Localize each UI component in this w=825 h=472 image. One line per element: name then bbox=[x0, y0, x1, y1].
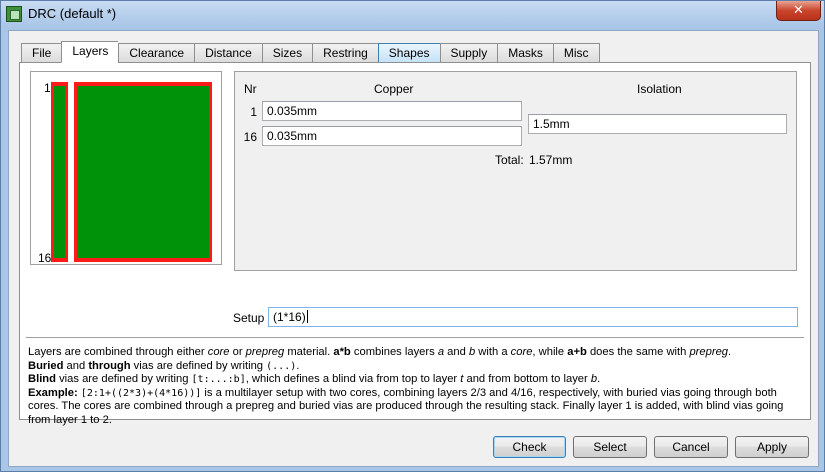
dialog-client-area: File Layers Clearance Distance Sizes Res… bbox=[8, 30, 819, 467]
drc-dialog: DRC (default *) ✕ File Layers Clearance … bbox=[0, 0, 825, 472]
stack-bottom-layer-number: 16 bbox=[38, 251, 52, 265]
layer-number-1: 1 bbox=[250, 105, 257, 119]
column-header-copper: Copper bbox=[374, 82, 414, 96]
app-icon bbox=[6, 6, 22, 22]
tab-masks[interactable]: Masks bbox=[497, 43, 553, 63]
tab-bar: File Layers Clearance Distance Sizes Res… bbox=[21, 41, 600, 63]
tab-distance[interactable]: Distance bbox=[194, 43, 262, 63]
tab-misc[interactable]: Misc bbox=[552, 43, 600, 63]
window-title: DRC (default *) bbox=[28, 6, 117, 21]
check-button[interactable]: Check bbox=[493, 436, 566, 458]
cancel-button[interactable]: Cancel bbox=[654, 436, 728, 458]
column-header-isolation: Isolation bbox=[637, 82, 682, 96]
select-button[interactable]: Select bbox=[573, 436, 647, 458]
tab-file[interactable]: File bbox=[21, 43, 62, 63]
close-button[interactable]: ✕ bbox=[776, 1, 821, 21]
apply-button[interactable]: Apply bbox=[735, 436, 809, 458]
stack-core-wide[interactable] bbox=[74, 82, 212, 262]
setup-input[interactable]: (1*16) bbox=[268, 307, 798, 327]
setup-label: Setup bbox=[233, 311, 265, 325]
tab-layers[interactable]: Layers bbox=[61, 41, 119, 63]
isolation-thickness-field[interactable]: 1.5mm bbox=[528, 114, 787, 134]
stack-top-layer-number: 1 bbox=[44, 81, 51, 95]
tab-shapes[interactable]: Shapes bbox=[377, 43, 440, 63]
help-line-core-prepreg: Layers are combined through either core … bbox=[28, 346, 732, 358]
help-line-example: Example: [2:1+((2*3)+(4*16))] is a multi… bbox=[28, 386, 784, 426]
tab-sizes[interactable]: Sizes bbox=[261, 43, 313, 63]
layers-help-text: Layers are combined through either core … bbox=[28, 346, 803, 428]
title-bar[interactable]: DRC (default *) ✕ bbox=[1, 1, 824, 27]
help-line-blind: Blind vias are defined by writing [t:...… bbox=[28, 373, 601, 386]
total-thickness-label: Total: bbox=[495, 153, 524, 167]
total-thickness-value: 1.57mm bbox=[529, 153, 573, 167]
close-icon: ✕ bbox=[793, 2, 804, 17]
help-line-buried-through: Buried and through vias are defined by w… bbox=[28, 359, 300, 372]
setup-input-value: (1*16) bbox=[273, 310, 306, 324]
tab-supply[interactable]: Supply bbox=[439, 43, 498, 63]
separator bbox=[26, 337, 804, 339]
copper-thickness-layer-1[interactable]: 0.035mm bbox=[262, 101, 522, 121]
layers-tab-panel: 1 16 Nr Copper Isolation 1 0.035mm 16 0.… bbox=[19, 62, 811, 426]
layer-stack-preview[interactable]: 1 16 bbox=[30, 71, 222, 265]
text-caret bbox=[306, 310, 308, 323]
copper-thickness-layer-16[interactable]: 0.035mm bbox=[262, 126, 522, 146]
tab-clearance[interactable]: Clearance bbox=[118, 43, 195, 63]
tab-restring[interactable]: Restring bbox=[312, 43, 378, 63]
stack-core-narrow[interactable] bbox=[51, 82, 68, 262]
column-header-nr: Nr bbox=[244, 82, 257, 96]
layer-number-16: 16 bbox=[243, 130, 257, 144]
layer-properties-group: Nr Copper Isolation 1 0.035mm 16 0.035mm… bbox=[234, 71, 797, 271]
